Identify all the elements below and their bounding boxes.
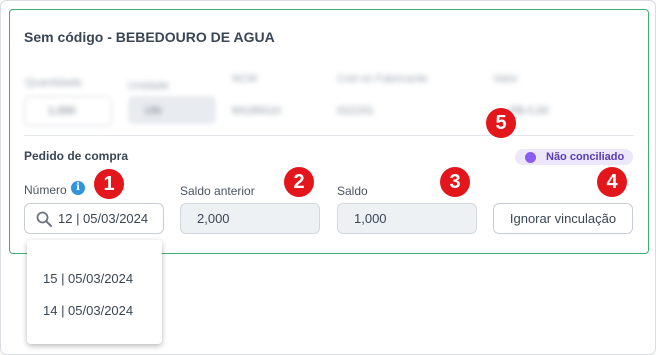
blurred-ncm-value: 84185010 bbox=[232, 105, 281, 117]
annotation-marker-5: 5 bbox=[486, 108, 516, 138]
blurred-label-quantity: Quantidade bbox=[25, 77, 82, 89]
number-input-value: 12 | 05/03/2024 bbox=[58, 211, 149, 226]
blurred-unit-value: UN bbox=[145, 105, 161, 117]
product-title: Sem código - BEBEDOURO DE AGUA bbox=[24, 29, 275, 45]
annotation-marker-4: 4 bbox=[597, 167, 627, 197]
number-search-input[interactable]: 12 | 05/03/2024 bbox=[24, 203, 164, 234]
dropdown-option[interactable]: 14 | 05/03/2024 bbox=[43, 303, 133, 318]
blurred-value-value: R$ 0,00 bbox=[510, 105, 549, 117]
balance-value: 1,000 bbox=[354, 211, 387, 226]
number-label: Número bbox=[24, 183, 67, 197]
blurred-label-value: Valor bbox=[493, 73, 518, 85]
balance-field: 1,000 bbox=[337, 203, 477, 234]
status-dot-icon bbox=[525, 151, 536, 163]
number-dropdown-menu: 15 | 05/03/2024 14 | 05/03/2024 bbox=[27, 240, 162, 344]
section-divider bbox=[24, 135, 634, 136]
previous-balance-label: Saldo anterior bbox=[180, 184, 255, 198]
section-title: Pedido de compra bbox=[24, 149, 129, 163]
blurred-quantity-value: 1,000 bbox=[48, 105, 76, 117]
ignore-link-button[interactable]: Ignorar vinculação bbox=[493, 203, 633, 234]
blurred-label-unit: Unidade bbox=[128, 80, 169, 92]
status-badge: Não conciliado bbox=[515, 149, 633, 165]
annotation-marker-3: 3 bbox=[440, 167, 470, 197]
blurred-label-manufacturer-code: Cod no Fabricante bbox=[337, 73, 428, 85]
annotation-marker-2: 2 bbox=[284, 167, 314, 197]
previous-balance-value: 2,000 bbox=[197, 211, 230, 226]
search-icon bbox=[36, 211, 52, 227]
blurred-unit-field bbox=[128, 96, 216, 124]
blurred-manufacturer-code-value: 022151 bbox=[337, 105, 374, 117]
annotation-marker-1: 1 bbox=[94, 169, 124, 199]
info-icon[interactable]: i bbox=[71, 181, 85, 195]
status-badge-label: Não conciliado bbox=[546, 150, 625, 163]
blurred-label-ncm: NCM bbox=[232, 73, 258, 85]
previous-balance-field: 2,000 bbox=[180, 203, 320, 234]
dropdown-option[interactable]: 15 | 05/03/2024 bbox=[43, 271, 133, 286]
balance-label: Saldo bbox=[337, 184, 368, 198]
